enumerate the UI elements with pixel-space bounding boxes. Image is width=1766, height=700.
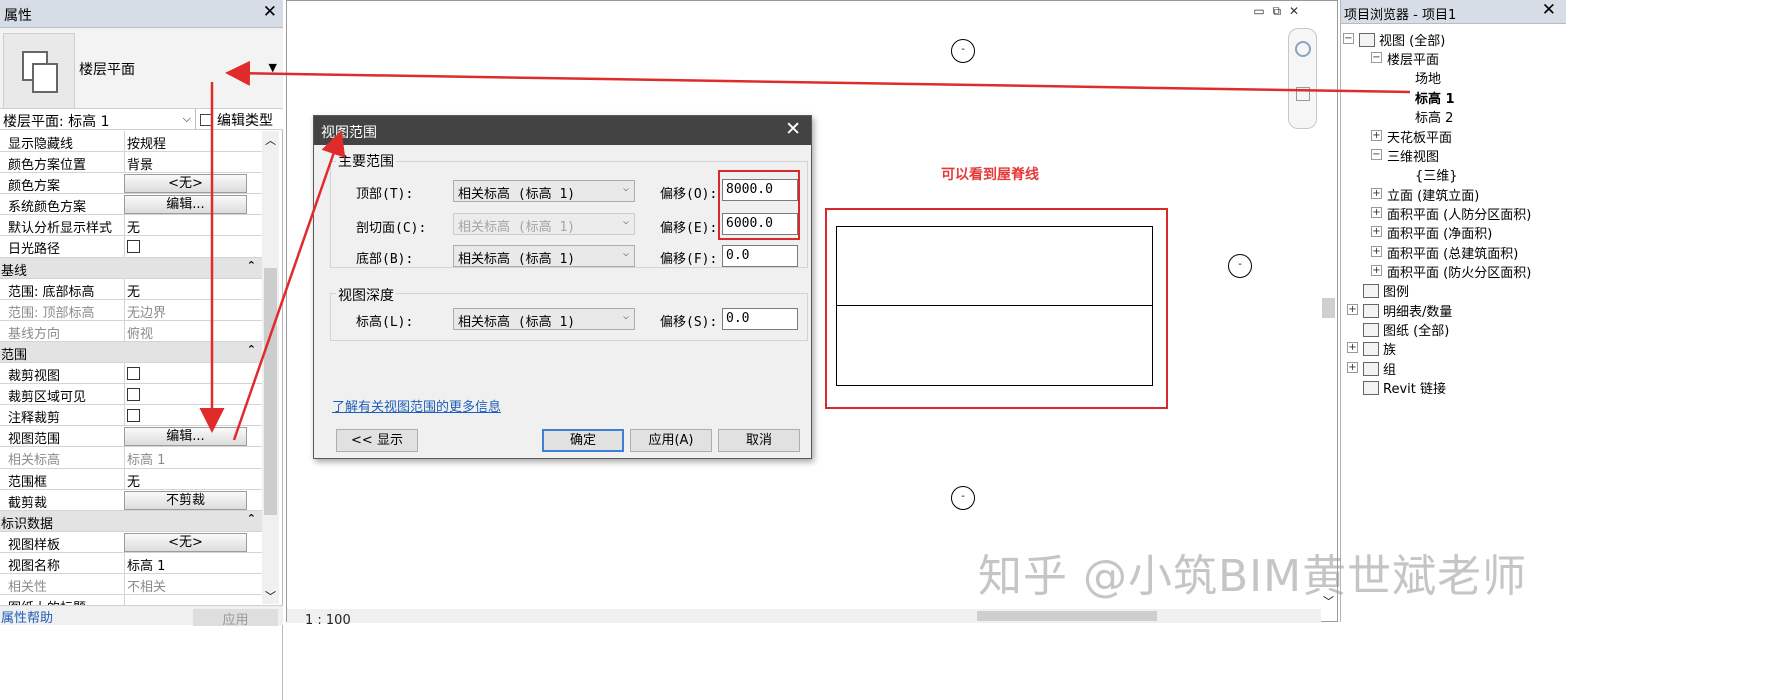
arrow-to-type-selector (225, 60, 1411, 94)
arrow-to-dialog (232, 130, 346, 441)
annotation-arrows (199, 60, 1411, 441)
